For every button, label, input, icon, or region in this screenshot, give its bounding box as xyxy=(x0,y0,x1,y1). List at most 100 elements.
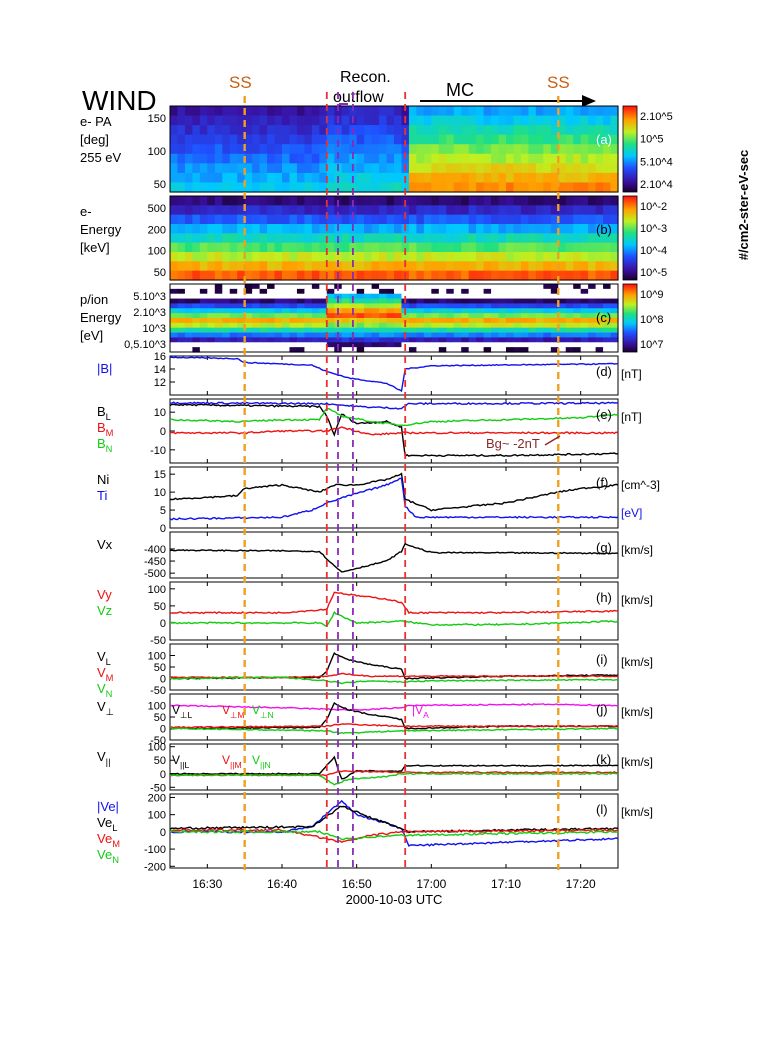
spectrogram-cell xyxy=(192,332,201,339)
panel-j-ytick: 0 xyxy=(160,724,166,736)
spectrogram-cell xyxy=(498,332,507,339)
spectrogram-cell xyxy=(506,115,515,126)
spectrogram-cell xyxy=(565,224,574,234)
spectrogram-cell xyxy=(610,153,619,164)
spectrogram-cell xyxy=(364,337,373,343)
spectrogram-cell xyxy=(311,303,320,309)
spectrogram-cell xyxy=(491,308,500,314)
spectrogram-cell xyxy=(394,233,403,244)
panel-e-ylabel: BN xyxy=(97,436,112,454)
spectrogram-cell xyxy=(252,270,261,281)
spectrogram-cell xyxy=(192,224,201,234)
spectrogram-cell xyxy=(214,318,223,324)
spectrogram-cell xyxy=(558,270,567,281)
panel-a-colorbar-tick: 10^5 xyxy=(640,134,664,146)
spectrogram-cell xyxy=(498,182,507,193)
spectrogram-cell xyxy=(267,144,276,155)
panel-h-ytick: 0 xyxy=(160,618,166,630)
spectrogram-cell xyxy=(296,233,305,244)
spectrogram-cell xyxy=(192,293,201,300)
spectrogram-cell xyxy=(438,172,447,184)
spectrogram-cell xyxy=(184,313,193,319)
spectrogram-cell xyxy=(476,337,485,343)
panel-c-ylabel: Energy xyxy=(80,310,122,325)
spectrogram-cell xyxy=(580,172,589,184)
spectrogram-cell xyxy=(543,337,552,343)
spectrogram-cell xyxy=(438,205,447,216)
spectrogram-cell xyxy=(408,224,417,234)
spectrogram-cell xyxy=(356,125,365,136)
spectrogram-cell xyxy=(543,134,552,145)
spectrogram-cell xyxy=(491,337,500,343)
spectrogram-cell xyxy=(311,172,320,184)
spectrogram-cell xyxy=(453,205,462,216)
spectrogram-cell xyxy=(558,196,567,206)
spectrogram-cell xyxy=(520,163,529,174)
spectrogram-cell xyxy=(483,106,492,117)
spectrogram-cell xyxy=(267,163,276,174)
spectrogram-cell xyxy=(244,342,253,348)
spectrogram-cell xyxy=(199,182,208,193)
spectrogram-cell xyxy=(438,125,447,136)
spectrogram-cell xyxy=(296,288,305,295)
spectrogram-cell xyxy=(229,224,238,234)
spectrogram-cell xyxy=(379,332,388,339)
spectrogram-cell xyxy=(446,115,455,126)
spectrogram-cell xyxy=(252,337,261,343)
spectrogram-cell xyxy=(311,106,320,117)
spectrogram-cell xyxy=(603,284,612,290)
spectrogram-cell xyxy=(364,308,373,314)
spectrogram-cell xyxy=(573,153,582,164)
panel-f-ylabel: Ti xyxy=(97,488,107,503)
spectrogram-cell xyxy=(192,144,201,155)
spectrogram-cell xyxy=(207,153,216,164)
spectrogram-cell xyxy=(199,106,208,117)
spectrogram-cell xyxy=(177,242,186,253)
spectrogram-cell xyxy=(580,224,589,234)
spectrogram-cell xyxy=(491,153,500,164)
spectrogram-cell xyxy=(543,303,552,309)
spectrogram-cell xyxy=(588,322,597,329)
spectrogram-cell xyxy=(580,115,589,126)
spectrogram-cell xyxy=(296,163,305,174)
spectrogram-cell xyxy=(535,214,544,225)
spectrogram-cell xyxy=(423,214,432,225)
spectrogram-cell xyxy=(535,182,544,193)
spectrogram-cell xyxy=(177,313,186,319)
spectrogram-cell xyxy=(214,115,223,126)
spectrogram-cell xyxy=(595,284,604,290)
spectrogram-cell xyxy=(423,242,432,253)
spectrogram-cell xyxy=(595,327,604,334)
spectrogram-cell xyxy=(341,270,350,281)
panel-c-colorbar-tick: 10^7 xyxy=(640,339,664,351)
spectrogram-cell xyxy=(289,144,298,155)
panel-c-ylabel: [eV] xyxy=(80,328,103,343)
spectrogram-cell xyxy=(438,342,447,348)
spectrogram-cell xyxy=(274,214,283,225)
spectrogram-cell xyxy=(386,214,395,225)
spectrogram-cell xyxy=(326,163,335,174)
spectrogram-cell xyxy=(588,327,597,334)
spectrogram-cell xyxy=(229,308,238,314)
spectrogram-cell xyxy=(229,337,238,343)
spectrogram-cell xyxy=(326,332,335,339)
spectrogram-cell xyxy=(483,332,492,339)
panel-b-ylabel: Energy xyxy=(80,222,122,237)
spectrogram-cell xyxy=(326,308,335,314)
panel-h-ylabel: Vy xyxy=(97,587,112,602)
spectrogram-cell xyxy=(476,261,485,272)
spectrogram-cell xyxy=(453,337,462,343)
spectrogram-cell xyxy=(341,153,350,164)
spectrogram-cell xyxy=(520,144,529,155)
spectrogram-cell xyxy=(431,144,440,155)
spectrogram-cell xyxy=(461,163,470,174)
spectrogram-cell xyxy=(513,196,522,206)
spectrogram-cell xyxy=(603,115,612,126)
spectrogram-cell xyxy=(304,172,313,184)
spectrogram-cell xyxy=(506,298,515,305)
spectrogram-cell xyxy=(476,288,485,295)
spectrogram-cell xyxy=(468,303,477,309)
spectrogram-cell xyxy=(184,182,193,193)
panel-j-label: (j) xyxy=(596,702,608,717)
panel-g-frame xyxy=(169,531,619,579)
